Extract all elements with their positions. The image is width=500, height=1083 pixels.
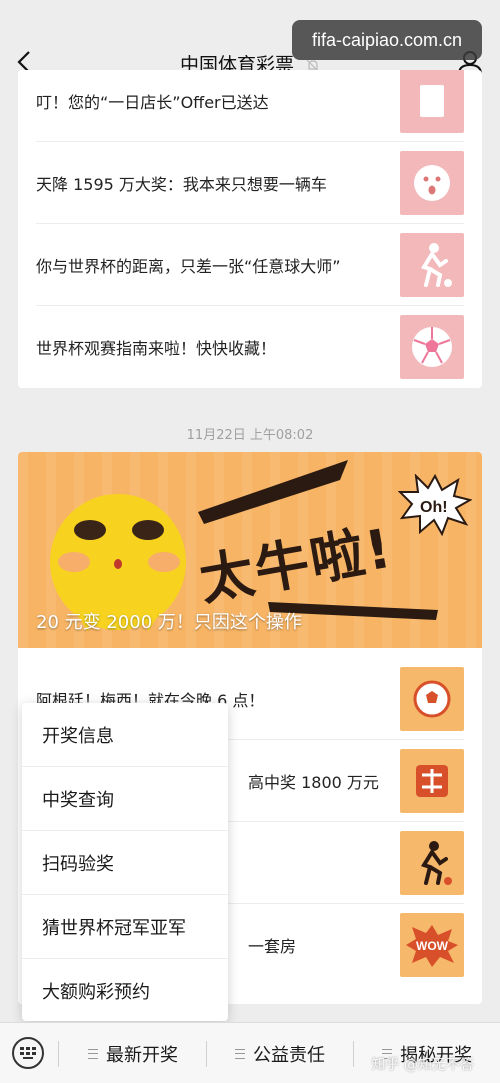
wow-icon: WOW — [400, 913, 464, 977]
site-watermark: fifa-caipiao.com.cn — [292, 20, 482, 60]
tab-public-welfare[interactable]: 公益责任 — [207, 1023, 353, 1083]
menu-lines-icon — [88, 1048, 98, 1059]
menu-item-scan-verify[interactable]: 扫码验奖 — [22, 831, 228, 895]
article-row[interactable]: 叮！您的“一日店长”Offer已送达 — [36, 70, 464, 142]
article-row[interactable]: 天降 1595 万大奖：我本来只想要一辆车 — [36, 142, 464, 224]
soccer-player-icon — [400, 232, 464, 297]
tab-latest-results[interactable]: 最新开奖 — [60, 1023, 206, 1083]
article-banner[interactable]: 太牛啦! Oh! 20 元变 2000 万！只因这个操作 — [18, 452, 482, 648]
soccer-ball-icon — [400, 666, 464, 731]
soccer-ball-icon — [400, 315, 464, 379]
jiang-icon — [400, 748, 464, 813]
credit-watermark: 知乎 @知无不答 — [371, 1057, 474, 1073]
divider — [58, 1041, 59, 1067]
menu-item-prize-query[interactable]: 中奖查询 — [22, 767, 228, 831]
article-title: 叮！您的“一日店长”Offer已送达 — [36, 92, 269, 112]
document-icon — [400, 70, 464, 133]
menu-item-large-purchase[interactable]: 大额购彩预约 — [22, 959, 228, 1023]
article-title: 世界杯观赛指南来啦！快快收藏！ — [36, 339, 277, 358]
keyboard-icon — [20, 1047, 36, 1059]
article-row[interactable]: 你与世界杯的距离，只差一张“任意球大师” — [36, 224, 464, 306]
tab-label: 最新开奖 — [106, 1044, 178, 1066]
burst-icon: Oh! — [398, 474, 472, 536]
banner-caption: 20 元变 2000 万！只因这个操作 — [36, 612, 302, 633]
tab-label: 公益责任 — [253, 1044, 325, 1066]
article-title: 你与世界杯的距离，只差一张“任意球大师” — [36, 256, 341, 276]
tab-reveal-draw[interactable]: 揭秘开奖 — [354, 1023, 500, 1083]
menu-item-lottery-results[interactable]: 开奖信息 — [22, 703, 228, 767]
keyboard-toggle-button[interactable] — [12, 1037, 44, 1069]
article-row[interactable]: 世界杯观赛指南来啦！快快收藏！ — [36, 306, 464, 388]
article-title: 天降 1595 万大奖：我本来只想要一辆车 — [36, 174, 327, 194]
surprised-face-icon — [400, 150, 464, 215]
popup-menu: 开奖信息 中奖查询 扫码验奖 猜世界杯冠军亚军 大额购彩预约 — [22, 703, 228, 1021]
message-timestamp: 11月22日 上午08:02 — [186, 428, 314, 443]
menu-item-guess-champion[interactable]: 猜世界杯冠军亚军 — [22, 895, 228, 959]
article-card-1: 叮！您的“一日店长”Offer已送达 天降 1595 万大奖：我本来只想要一辆车… — [18, 70, 482, 388]
burst-text: Oh! — [420, 499, 448, 516]
menu-lines-icon — [235, 1048, 245, 1059]
svg-text:WOW: WOW — [416, 939, 449, 953]
soccer-player-icon — [400, 830, 464, 895]
